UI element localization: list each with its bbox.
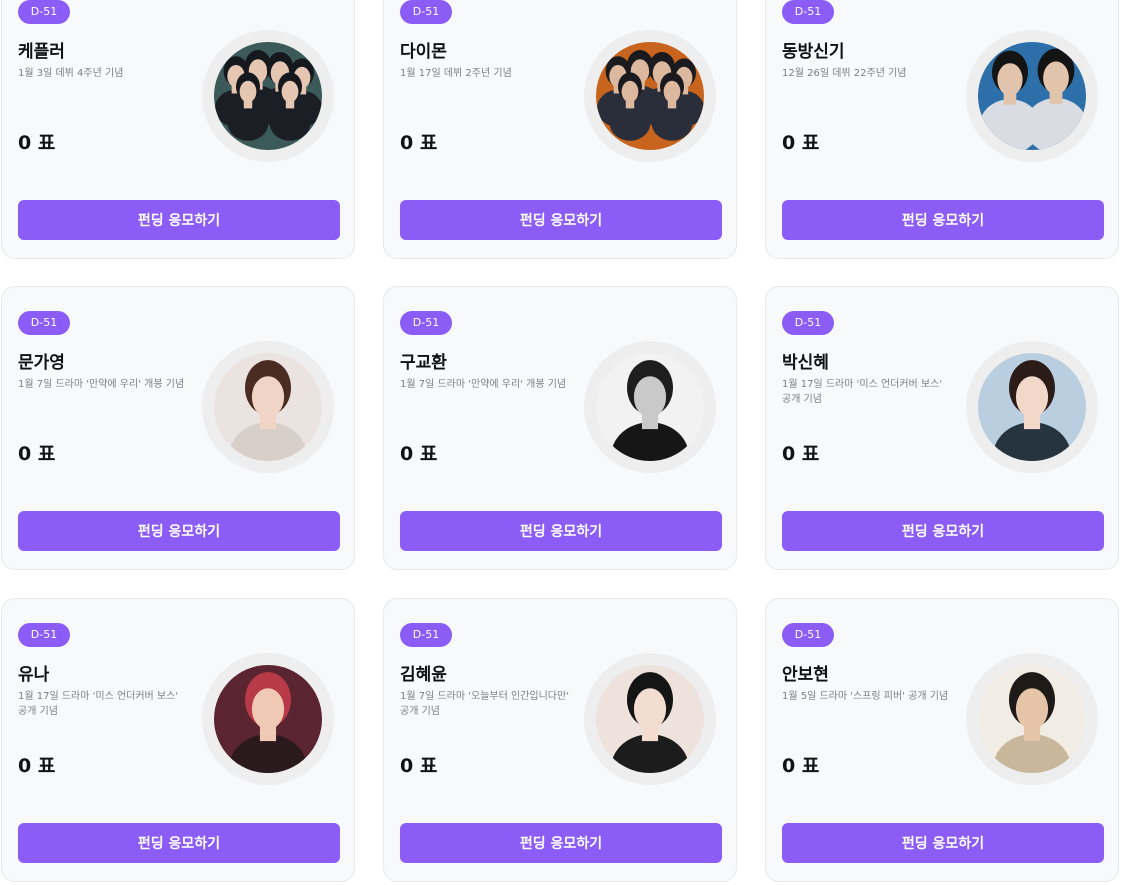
artist-photo[interactable] — [978, 353, 1086, 461]
face-shape — [621, 80, 639, 103]
funding-card: D-51 안보현 1월 5일 드라마 '스프링 피버' 공개 기념 0 표 펀딩… — [765, 598, 1119, 882]
funding-card-grid: D-51 케플러 1월 3일 데뷔 4주년 기념 0 표 펀딩 응모하기 D-5… — [0, 0, 1129, 885]
d-day-badge: D-51 — [400, 311, 452, 335]
d-day-badge: D-51 — [400, 623, 452, 647]
funding-card: D-51 김혜윤 1월 7일 드라마 '오늘부터 인간입니다만' 공개 기념 0… — [383, 598, 737, 882]
event-description: 1월 17일 드라마 '미스 언더커버 보스' 공개 기념 — [782, 379, 943, 405]
funding-apply-button[interactable]: 펀딩 응모하기 — [400, 511, 722, 551]
artist-name: 유나 — [18, 665, 50, 685]
face-shape — [251, 376, 285, 418]
artist-name: 김혜윤 — [400, 665, 447, 685]
face-shape — [663, 80, 681, 103]
avatar-ring — [202, 30, 334, 162]
artist-photo[interactable] — [978, 665, 1086, 773]
avatar-ring — [202, 341, 334, 473]
funding-card: D-51 구교환 1월 7일 드라마 '만약에 우리' 개봉 기념 0 표 펀딩… — [383, 286, 737, 570]
avatar-ring — [584, 30, 716, 162]
d-day-badge: D-51 — [400, 0, 452, 24]
photo-illustration — [978, 665, 1086, 773]
artist-name: 구교환 — [400, 353, 447, 373]
artist-photo[interactable] — [596, 42, 704, 150]
face-shape — [1043, 61, 1069, 95]
face-shape — [633, 688, 667, 730]
funding-apply-button[interactable]: 펀딩 응모하기 — [782, 823, 1104, 863]
artist-photo[interactable] — [978, 42, 1086, 150]
artist-name: 다이몬 — [400, 42, 447, 62]
funding-card: D-51 문가영 1월 7일 드라마 '만약에 우리' 개봉 기념 0 표 펀딩… — [1, 286, 355, 570]
artist-photo[interactable] — [214, 353, 322, 461]
event-description: 1월 7일 드라마 '만약에 우리' 개봉 기념 — [400, 379, 567, 390]
torso-shape — [269, 104, 311, 141]
artist-name: 동방신기 — [782, 42, 845, 62]
d-day-badge: D-51 — [18, 311, 70, 335]
photo-illustration — [978, 42, 1086, 150]
artist-photo[interactable] — [214, 42, 322, 150]
face-shape — [281, 80, 299, 103]
vote-count: 0 표 — [400, 132, 438, 154]
funding-apply-button[interactable]: 펀딩 응모하기 — [782, 200, 1104, 240]
funding-apply-button[interactable]: 펀딩 응모하기 — [18, 511, 340, 551]
face-shape — [633, 376, 667, 418]
funding-card: D-51 유나 1월 17일 드라마 '미스 언더커버 보스' 공개 기념 0 … — [1, 598, 355, 882]
funding-apply-button[interactable]: 펀딩 응모하기 — [400, 823, 722, 863]
face-shape — [1015, 376, 1049, 418]
photo-illustration — [214, 42, 322, 150]
vote-count: 0 표 — [400, 755, 438, 777]
avatar-ring — [966, 653, 1098, 785]
photo-illustration — [596, 353, 704, 461]
vote-count: 0 표 — [782, 755, 820, 777]
vote-count: 0 표 — [18, 443, 56, 465]
funding-card: D-51 박신혜 1월 17일 드라마 '미스 언더커버 보스' 공개 기념 0… — [765, 286, 1119, 570]
torso-shape — [227, 104, 269, 141]
artist-name: 케플러 — [18, 42, 65, 62]
face-shape — [239, 80, 257, 103]
event-description: 1월 7일 드라마 '오늘부터 인간입니다만' 공개 기념 — [400, 691, 569, 717]
d-day-badge: D-51 — [18, 0, 70, 24]
funding-card: D-51 다이몬 1월 17일 데뷔 2주년 기념 0 표 펀딩 응모하기 — [383, 0, 737, 259]
photo-illustration — [978, 353, 1086, 461]
avatar-ring — [966, 341, 1098, 473]
face-shape — [997, 63, 1023, 96]
photo-illustration — [214, 353, 322, 461]
avatar-ring — [202, 653, 334, 785]
d-day-badge: D-51 — [782, 623, 834, 647]
avatar-ring — [584, 341, 716, 473]
funding-apply-button[interactable]: 펀딩 응모하기 — [18, 823, 340, 863]
torso-shape — [609, 104, 651, 141]
vote-count: 0 표 — [400, 443, 438, 465]
d-day-badge: D-51 — [782, 0, 834, 24]
vote-count: 0 표 — [18, 132, 56, 154]
torso-shape — [651, 104, 693, 141]
event-description: 1월 5일 드라마 '스프링 피버' 공개 기념 — [782, 691, 949, 702]
funding-apply-button[interactable]: 펀딩 응모하기 — [18, 200, 340, 240]
face-shape — [1015, 688, 1049, 730]
event-description: 12월 26일 데뷔 22주년 기념 — [782, 68, 907, 79]
vote-count: 0 표 — [782, 132, 820, 154]
vote-count: 0 표 — [18, 755, 56, 777]
face-shape — [251, 688, 285, 730]
funding-apply-button[interactable]: 펀딩 응모하기 — [400, 200, 722, 240]
artist-name: 문가영 — [18, 353, 65, 373]
d-day-badge: D-51 — [18, 623, 70, 647]
funding-card: D-51 케플러 1월 3일 데뷔 4주년 기념 0 표 펀딩 응모하기 — [1, 0, 355, 259]
artist-name: 박신혜 — [782, 353, 829, 373]
d-day-badge: D-51 — [782, 311, 834, 335]
photo-illustration — [214, 665, 322, 773]
vote-count: 0 표 — [782, 443, 820, 465]
photo-illustration — [596, 42, 704, 150]
artist-photo[interactable] — [596, 665, 704, 773]
funding-apply-button[interactable]: 펀딩 응모하기 — [782, 511, 1104, 551]
event-description: 1월 3일 데뷔 4주년 기념 — [18, 68, 124, 79]
photo-illustration — [596, 665, 704, 773]
event-description: 1월 17일 드라마 '미스 언더커버 보스' 공개 기념 — [18, 691, 179, 717]
funding-card: D-51 동방신기 12월 26일 데뷔 22주년 기념 0 표 펀딩 응모하기 — [765, 0, 1119, 259]
artist-name: 안보현 — [782, 665, 829, 685]
artist-photo[interactable] — [214, 665, 322, 773]
artist-photo[interactable] — [596, 353, 704, 461]
event-description: 1월 7일 드라마 '만약에 우리' 개봉 기념 — [18, 379, 185, 390]
avatar-ring — [584, 653, 716, 785]
avatar-ring — [966, 30, 1098, 162]
event-description: 1월 17일 데뷔 2주년 기념 — [400, 68, 512, 79]
